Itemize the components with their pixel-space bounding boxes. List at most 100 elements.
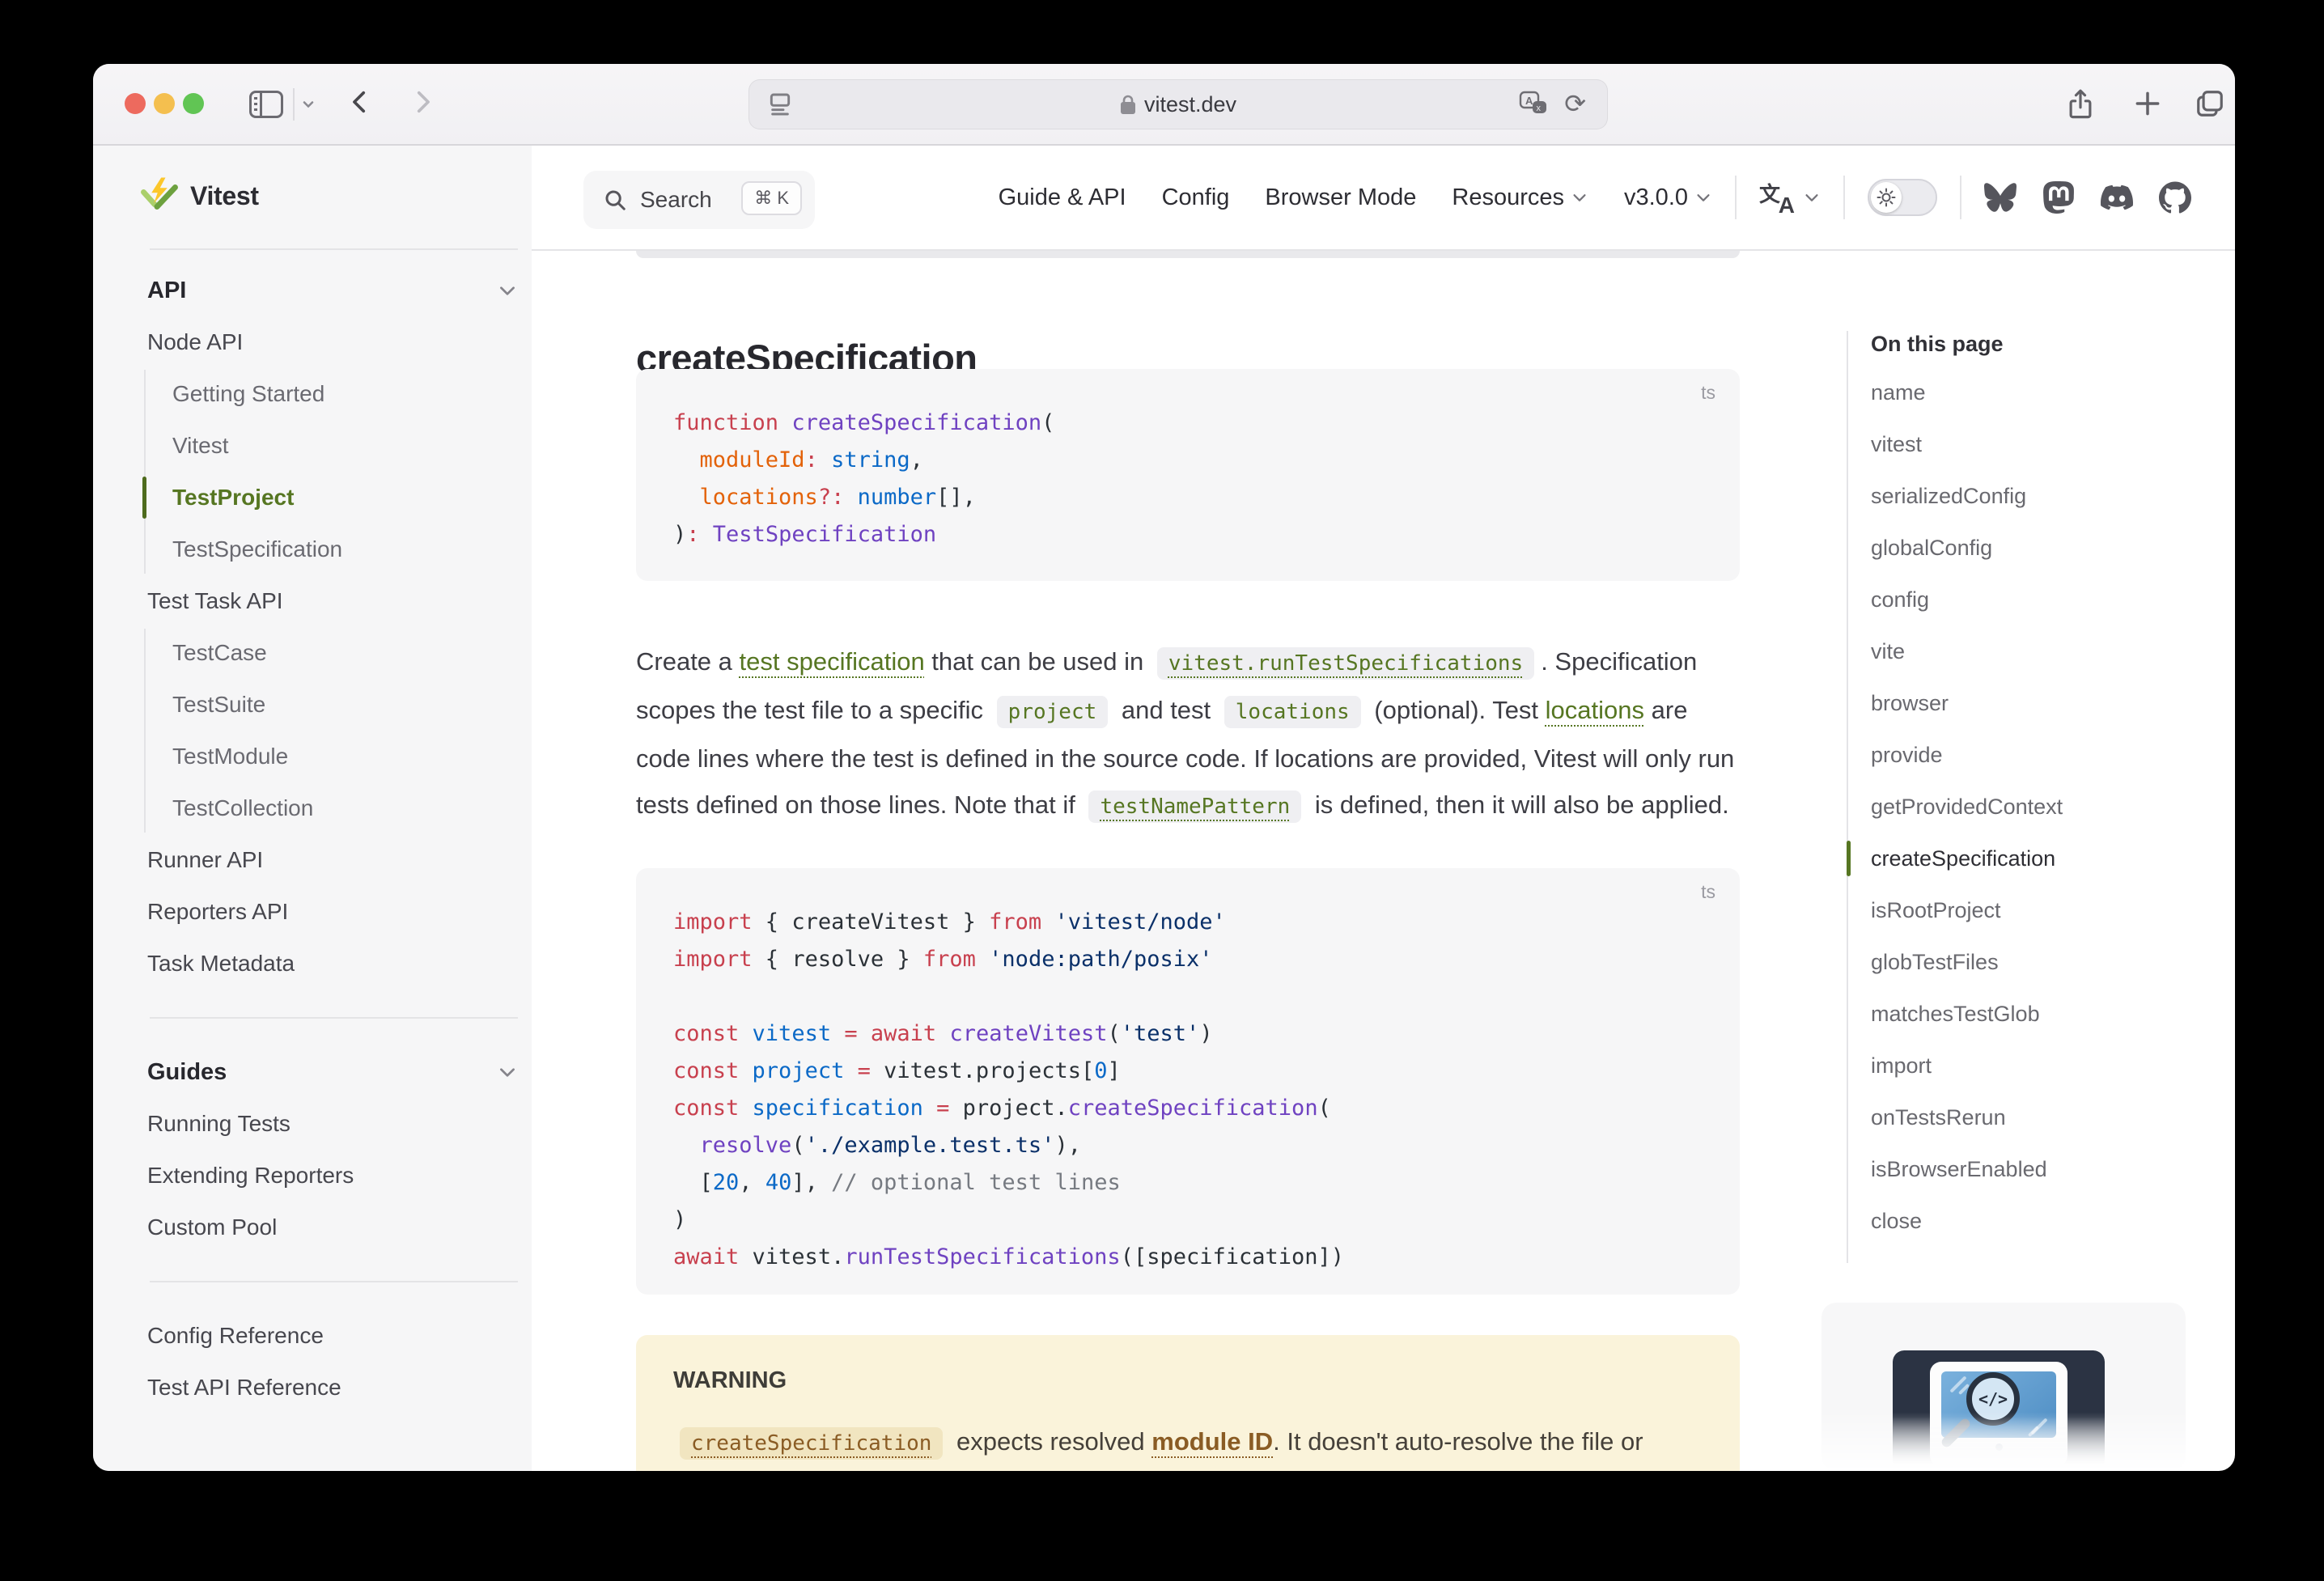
outline-item-browser[interactable]: browser xyxy=(1871,677,2195,729)
link-module-id[interactable]: module ID xyxy=(1151,1427,1273,1456)
sidebar-toggle-icon[interactable] xyxy=(249,91,283,118)
discord-icon[interactable] xyxy=(2101,181,2133,214)
outline-items: namevitestserializedConfigglobalConfigco… xyxy=(1871,367,2195,1247)
sidebar-item-label: Config Reference xyxy=(147,1323,324,1349)
nav-divider xyxy=(1843,176,1845,219)
vitest-logo[interactable]: Vitest xyxy=(140,176,259,215)
nav-item-label: Guide & API xyxy=(999,184,1126,211)
sidebar-item-guides[interactable]: Guides xyxy=(93,1046,532,1098)
github-icon[interactable] xyxy=(2159,181,2191,214)
sidebar-item-runner-api[interactable]: Runner API xyxy=(93,834,532,886)
nav-divider xyxy=(1960,176,1961,219)
sidebar-item-label: Vitest xyxy=(172,433,229,459)
link-test-specification[interactable]: test specification xyxy=(740,647,925,676)
sidebar-item-label: Custom Pool xyxy=(147,1214,277,1240)
theme-toggle[interactable] xyxy=(1868,179,1937,216)
sidebar-nav: API Node API Getting Started Vitest TestProj… xyxy=(93,265,532,1414)
sidebar-item-reporters-api[interactable]: Reporters API xyxy=(93,886,532,938)
sidebar-item-node-api[interactable]: Node API xyxy=(93,316,532,368)
outline-item-vite[interactable]: vite xyxy=(1871,625,2195,677)
sponsor-card[interactable]: </> xyxy=(1821,1303,2186,1471)
sidebar-item-getting-started[interactable]: Getting Started xyxy=(93,368,532,420)
sidebar-item-label: Reporters API xyxy=(147,899,288,925)
sidebar-item-label: TestModule xyxy=(172,744,288,769)
zoom-window-button[interactable] xyxy=(183,93,204,114)
description-paragraph: Create a test specification that can be … xyxy=(636,638,1740,830)
chevron-down-icon xyxy=(497,1062,518,1083)
code-content: function createSpecification( moduleId: … xyxy=(673,405,1054,553)
warning-body: createSpecification expects resolved mod… xyxy=(673,1418,1703,1471)
outline-item-createspecification[interactable]: createSpecification xyxy=(1871,833,2195,884)
outline-item-isbrowserenabled[interactable]: isBrowserEnabled xyxy=(1871,1143,2195,1195)
code-language-label: ts xyxy=(1701,382,1715,404)
sidebar-item-label: TestSuite xyxy=(172,692,265,718)
sidebar-item-label: TestSpecification xyxy=(172,536,342,562)
inline-code-link[interactable]: testNamePattern xyxy=(1088,790,1301,823)
outline-item-ontestsrerun[interactable]: onTestsRerun xyxy=(1871,1091,2195,1143)
sidebar-item-testproject[interactable]: TestProject xyxy=(93,472,532,523)
chevron-down-icon[interactable] xyxy=(300,96,316,112)
outline-item-config[interactable]: config xyxy=(1871,574,2195,625)
sidebar-item-config-reference[interactable]: Config Reference xyxy=(93,1310,532,1362)
sidebar-item-label: Node API xyxy=(147,329,243,355)
bluesky-icon[interactable] xyxy=(1984,181,2017,214)
outline-item-globalconfig[interactable]: globalConfig xyxy=(1871,522,2195,574)
nav-item-config[interactable]: Config xyxy=(1162,184,1230,211)
sidebar-item-vitest[interactable]: Vitest xyxy=(93,420,532,472)
lock-icon xyxy=(1120,94,1136,115)
warning-title: WARNING xyxy=(673,1367,1703,1394)
outline-item-matchestestglob[interactable]: matchesTestGlob xyxy=(1871,988,2195,1040)
outline-item-globtestfiles[interactable]: globTestFiles xyxy=(1871,936,2195,988)
browser-window: vitest.dev A x ⟳ xyxy=(93,64,2235,1471)
mastodon-icon[interactable] xyxy=(2042,181,2075,214)
outline-item-close[interactable]: close xyxy=(1871,1195,2195,1247)
tab-overview-icon[interactable] xyxy=(2195,88,2225,121)
outline-item-getprovidedcontext[interactable]: getProvidedContext xyxy=(1871,781,2195,833)
inline-code-link[interactable]: vitest.runTestSpecifications xyxy=(1157,647,1534,680)
inline-code: project xyxy=(997,696,1109,728)
sidebar-item-test-api-reference[interactable]: Test API Reference xyxy=(93,1362,532,1414)
nav-item-resources[interactable]: Resources xyxy=(1452,184,1588,211)
sidebar-item-testspecification[interactable]: TestSpecification xyxy=(93,523,532,575)
close-window-button[interactable] xyxy=(125,93,146,114)
top-nav: Guide & API Config Browser Mode Resources v3… xyxy=(963,146,2191,249)
nav-item-label: v3.0.0 xyxy=(1624,184,1688,211)
outline-item-serializedconfig[interactable]: serializedConfig xyxy=(1871,470,2195,522)
translate-icon[interactable]: A x xyxy=(1520,91,1547,117)
share-icon[interactable] xyxy=(2065,88,2096,121)
link-locations[interactable]: locations xyxy=(1546,696,1644,724)
new-tab-icon[interactable] xyxy=(2132,88,2163,121)
sidebar-item-testsuite[interactable]: TestSuite xyxy=(93,679,532,731)
svg-text:x: x xyxy=(1537,104,1542,113)
url-display: vitest.dev xyxy=(749,80,1607,129)
sidebar-item-running-tests[interactable]: Running Tests xyxy=(93,1098,532,1150)
forward-icon[interactable] xyxy=(409,88,436,121)
outline-item-provide[interactable]: provide xyxy=(1871,729,2195,781)
sidebar-item-api[interactable]: API xyxy=(93,265,532,316)
sidebar-item-test-task-api[interactable]: Test Task API xyxy=(93,575,532,627)
search-button[interactable]: Search ⌘ K xyxy=(583,171,815,229)
search-shortcut-kbd: ⌘ K xyxy=(741,181,802,215)
sidebar-item-custom-pool[interactable]: Custom Pool xyxy=(93,1202,532,1253)
nav-item-guide-api[interactable]: Guide & API xyxy=(999,184,1126,211)
sidebar-item-testcase[interactable]: TestCase xyxy=(93,627,532,679)
outline-item-isrootproject[interactable]: isRootProject xyxy=(1871,884,2195,936)
sidebar-item-task-metadata[interactable]: Task Metadata xyxy=(93,938,532,990)
reload-icon[interactable]: ⟳ xyxy=(1564,88,1586,119)
outline-item-import[interactable]: import xyxy=(1871,1040,2195,1091)
nav-item-v3-0-0[interactable]: v3.0.0 xyxy=(1624,184,1712,211)
nav-item-browser-mode[interactable]: Browser Mode xyxy=(1265,184,1416,211)
outline-item-vitest[interactable]: vitest xyxy=(1871,418,2195,470)
sidebar-item-testcollection[interactable]: TestCollection xyxy=(93,782,532,834)
chevron-down-icon xyxy=(1803,189,1821,206)
sidebar-item-extending-reporters[interactable]: Extending Reporters xyxy=(93,1150,532,1202)
minimize-window-button[interactable] xyxy=(154,93,175,114)
language-menu-button[interactable]: 文A xyxy=(1759,180,1821,215)
outline-item-name[interactable]: name xyxy=(1871,367,2195,418)
sidebar-item-label: TestProject xyxy=(172,485,294,511)
back-icon[interactable] xyxy=(346,88,374,121)
sidebar-item-testmodule[interactable]: TestModule xyxy=(93,731,532,782)
address-bar[interactable]: vitest.dev A x ⟳ xyxy=(749,79,1608,129)
inline-code-link[interactable]: createSpecification xyxy=(680,1427,943,1460)
code-block-signature: ts function createSpecification( moduleI… xyxy=(636,369,1740,581)
